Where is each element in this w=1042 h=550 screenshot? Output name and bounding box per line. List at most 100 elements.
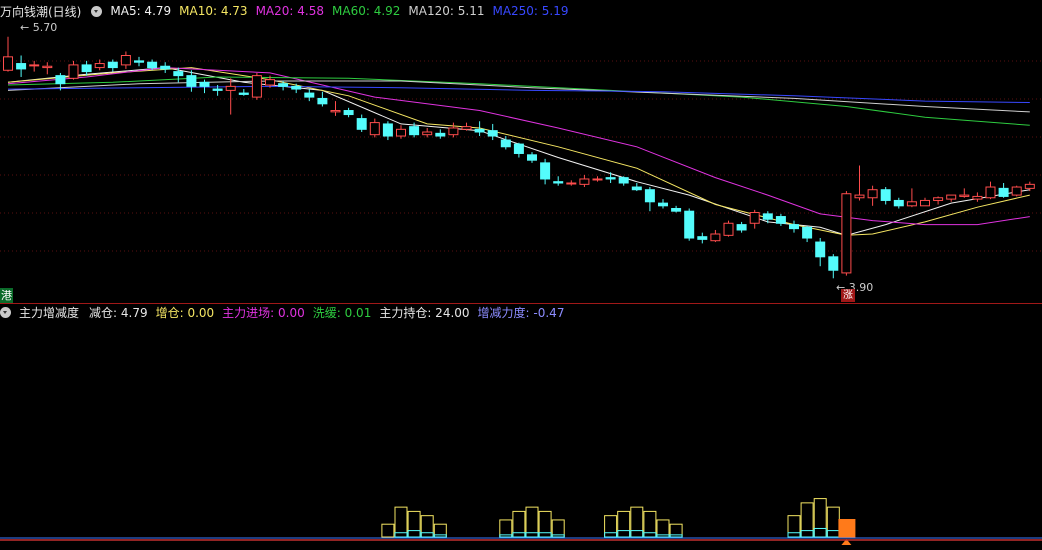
candle-body-30 xyxy=(396,128,406,137)
candle-body-68 xyxy=(893,199,904,207)
candle-body-40 xyxy=(527,154,537,161)
candle-body-41 xyxy=(540,162,551,180)
sub-indicator-bars xyxy=(0,498,1042,545)
collapse-icon[interactable] xyxy=(0,306,11,318)
candle-body-13 xyxy=(173,71,184,77)
increase-bar-62 xyxy=(813,498,827,538)
grid-lines xyxy=(0,60,1042,252)
sub-panel-header: 主力增减度 减仓: 4.79 增仓: 0.00 主力进场: 0.00 洗缓: 0.01… xyxy=(0,303,580,321)
candle-body-22 xyxy=(291,85,302,90)
panel-divider xyxy=(0,303,1042,304)
candle-body-4 xyxy=(55,75,66,85)
candle-body-50 xyxy=(658,202,668,207)
wash-bar-41 xyxy=(538,532,552,538)
increase-bar-29 xyxy=(381,523,395,538)
candle-body-1 xyxy=(16,63,27,70)
hk-connect-badge[interactable]: 港 xyxy=(0,288,13,303)
candle-body-33 xyxy=(435,132,446,137)
ma-legend-3: MA60: 4.92 xyxy=(332,4,401,18)
candle-body-51 xyxy=(671,208,682,212)
increase-bar-48 xyxy=(630,506,644,538)
candle-body-20 xyxy=(265,79,275,86)
candle-body-16 xyxy=(212,88,223,91)
sub-legend-4: 主力持仓: 24.00 xyxy=(379,305,470,320)
candle-body-36 xyxy=(474,128,485,133)
candle-body-12 xyxy=(160,65,171,70)
candle-body-60 xyxy=(789,224,799,230)
candle-body-59 xyxy=(775,216,786,224)
candle-body-11 xyxy=(147,61,158,69)
candle-body-71 xyxy=(933,197,944,201)
candle-body-73 xyxy=(959,194,970,197)
candle-body-70 xyxy=(920,199,930,207)
wash-bar-62 xyxy=(813,527,827,538)
candle-body-46 xyxy=(605,177,616,180)
ma60-line xyxy=(7,76,1030,126)
increase-bar-32 xyxy=(420,515,434,538)
sub-indicator-list: 减仓: 4.79 增仓: 0.00 主力进场: 0.00 洗缓: 0.01 主力持仓: … xyxy=(89,304,572,321)
increase-bar-47 xyxy=(617,510,631,538)
candle-body-26 xyxy=(343,110,354,116)
limit-up-badge[interactable]: 涨 xyxy=(841,289,855,302)
candle-body-49 xyxy=(644,189,655,203)
candle-body-65 xyxy=(854,194,865,199)
wash-bar-33 xyxy=(433,534,447,538)
wash-bar-31 xyxy=(407,530,421,538)
sub-indicator-title: 主力增减度 xyxy=(19,305,80,320)
candle-body-19 xyxy=(251,75,262,98)
main-entry-bar xyxy=(838,519,856,538)
collapse-icon[interactable] xyxy=(91,5,103,17)
candle-body-28 xyxy=(369,122,380,136)
candle-body-63 xyxy=(828,256,839,271)
increase-bar-63 xyxy=(826,506,840,538)
candle-body-56 xyxy=(736,224,747,231)
high-price-label: ← 5.70 xyxy=(20,21,58,34)
candlestick-chart[interactable] xyxy=(0,0,1042,550)
candle-body-74 xyxy=(972,195,983,200)
increase-bar-60 xyxy=(787,515,801,538)
candle-body-29 xyxy=(382,123,393,137)
candle-body-53 xyxy=(697,236,708,240)
increase-bar-46 xyxy=(604,515,618,538)
wash-bar-38 xyxy=(499,534,513,538)
candle-body-55 xyxy=(723,222,734,236)
wash-bar-42 xyxy=(551,534,565,538)
candle-body-39 xyxy=(513,143,524,154)
candle-body-76 xyxy=(998,187,1009,197)
candle-body-57 xyxy=(749,212,760,224)
candle-body-21 xyxy=(278,83,289,87)
candle-body-69 xyxy=(906,201,917,207)
candle-body-14 xyxy=(186,75,197,87)
candle-body-64 xyxy=(841,193,852,274)
wash-bar-49 xyxy=(643,532,657,538)
candle-body-75 xyxy=(985,186,996,199)
wash-bar-63 xyxy=(826,530,840,538)
wash-bar-50 xyxy=(656,534,670,538)
wash-bar-51 xyxy=(669,534,683,538)
sub-legend-2: 主力进场: 0.00 xyxy=(222,305,305,320)
candle-body-8 xyxy=(107,61,118,69)
candle-body-6 xyxy=(81,64,92,73)
candle-body-31 xyxy=(409,126,420,136)
main-panel-header: 万向钱潮(日线) MA5: 4.79 MA10: 4.73 MA20: 4.58 MA… xyxy=(0,2,585,20)
sub-legend-0: 减仓: 4.79 xyxy=(89,305,148,320)
sub-legend-1: 增仓: 0.00 xyxy=(155,305,215,320)
candle-body-7 xyxy=(94,63,105,69)
wash-bar-48 xyxy=(630,530,644,538)
increase-bar-31 xyxy=(407,510,421,538)
ma-legend-1: MA10: 4.73 xyxy=(179,4,248,18)
candle-body-9 xyxy=(120,55,131,66)
ma-legend-4: MA120: 5.11 xyxy=(408,4,485,18)
candle-body-77 xyxy=(1011,186,1022,196)
wash-bar-30 xyxy=(394,532,408,538)
candle-body-34 xyxy=(448,127,459,136)
candle-body-32 xyxy=(422,131,433,136)
candle-body-18 xyxy=(238,92,249,95)
candle-body-38 xyxy=(500,139,511,148)
candle-body-2 xyxy=(29,64,40,67)
sub-legend-3: 洗缓: 0.01 xyxy=(312,305,372,320)
candle-body-67 xyxy=(880,189,891,201)
candle-body-66 xyxy=(867,189,878,199)
candle-body-5 xyxy=(68,64,79,79)
candle-body-35 xyxy=(461,126,472,130)
